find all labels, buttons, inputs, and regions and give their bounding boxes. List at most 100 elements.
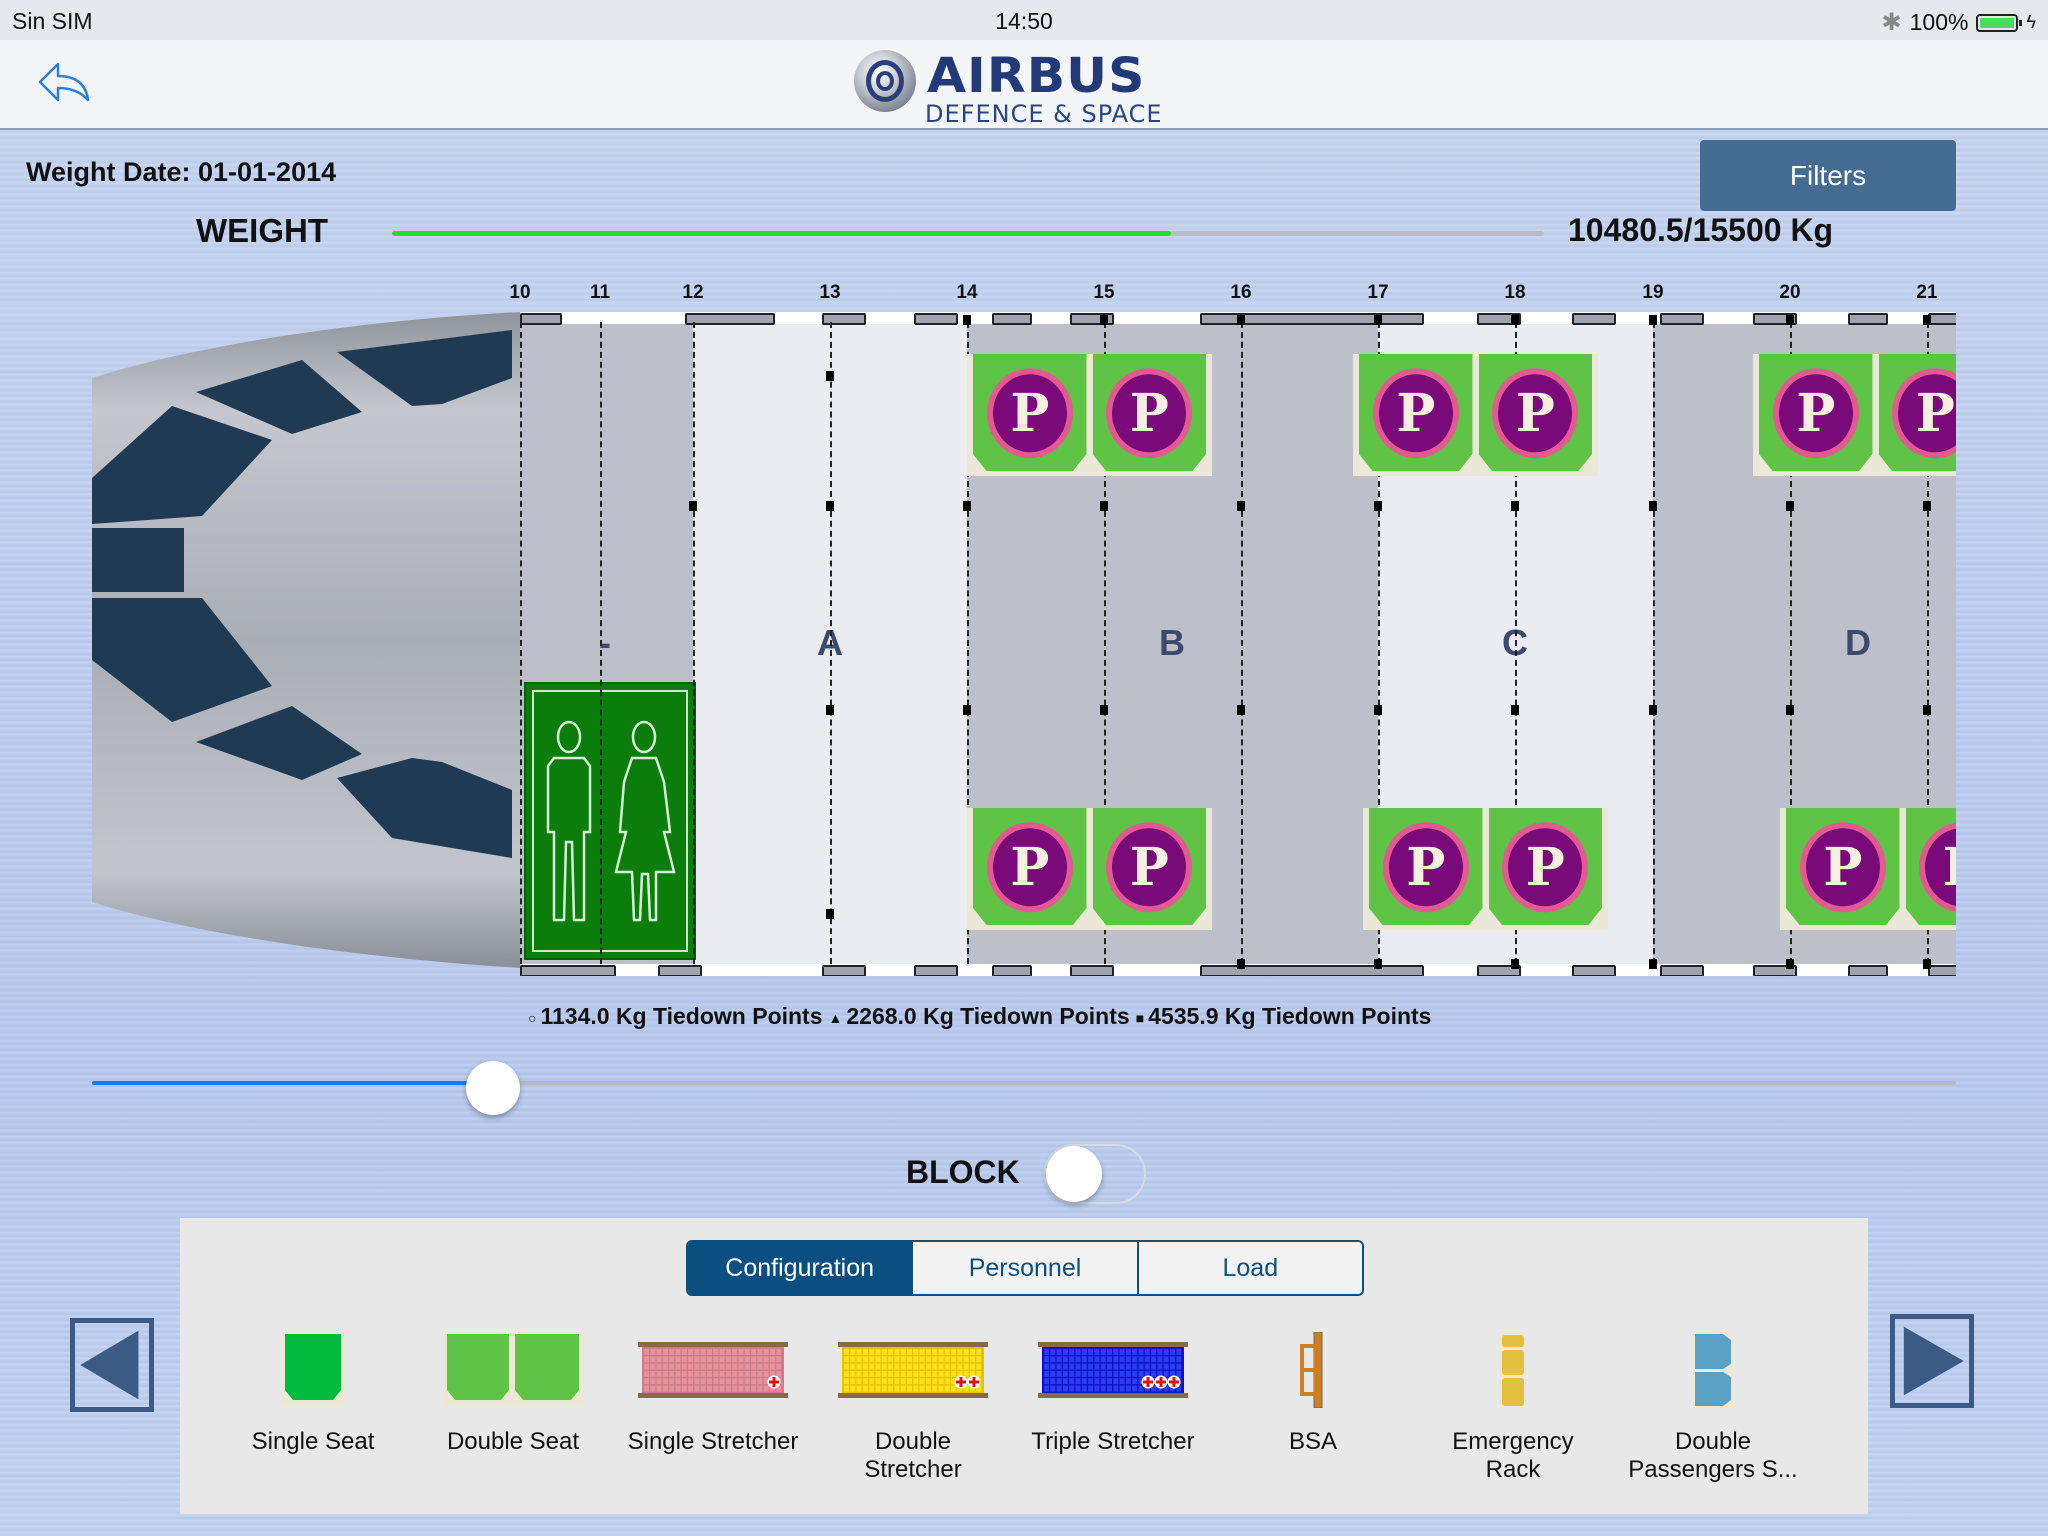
palette-item-emergency-rack[interactable]: Emergency Rack [1413, 1330, 1613, 1484]
passenger-seat-pair[interactable]: PP [1353, 354, 1598, 476]
palette-item-double-passengers-seat[interactable]: Double Passengers S... [1613, 1330, 1813, 1484]
rail-track-segment [822, 965, 866, 976]
rail-track-segment [1070, 965, 1114, 976]
station-number: 17 [1367, 282, 1389, 303]
palette-label: Double Passengers S... [1628, 1428, 1798, 1483]
block-toggle[interactable] [1044, 1144, 1146, 1204]
weight-progress-bar [392, 231, 1544, 236]
cabin-scroll-slider[interactable] [92, 1060, 1956, 1115]
passenger-seat-p-icon: P [1799, 822, 1886, 913]
toilet-module[interactable] [524, 682, 696, 960]
tiedown-point-square-icon [1649, 959, 1657, 969]
tiedown-point-square-icon [1374, 501, 1382, 511]
palette-next-button[interactable] [1890, 1314, 1974, 1408]
passenger-seat-pair[interactable]: PP [1363, 808, 1608, 930]
palette-item-single-seat[interactable]: Single Seat [213, 1330, 413, 1456]
tiedown-point-square-icon [963, 705, 971, 715]
palette-label: Single Stretcher [627, 1428, 799, 1455]
rail-track-segment [914, 313, 958, 325]
charging-bolt-icon: ϟ [2026, 12, 2036, 32]
tiedown-point-square-icon [1786, 959, 1794, 969]
passenger-seat[interactable]: P [1759, 354, 1873, 472]
tiedown-legend: ○ 1134.0 Kg Tiedown Points ▲ 2268.0 Kg Tied… [528, 1003, 1437, 1030]
palette-item-double-stretcher[interactable]: Double Stretcher [813, 1330, 1013, 1484]
back-button[interactable] [36, 58, 96, 106]
passenger-seat-p-icon: P [1106, 368, 1193, 459]
tiedown-point-square-icon [963, 315, 971, 325]
rail-track-segment [992, 965, 1032, 976]
passenger-seat[interactable]: P [1878, 354, 1956, 472]
passenger-seat-pair[interactable]: PP [1780, 808, 1956, 930]
passenger-seat[interactable]: P [1369, 808, 1483, 926]
tiedown-point-square-icon [1100, 705, 1108, 715]
category-segmented-control: Configuration Personnel Load [686, 1240, 1364, 1296]
tiedown-point-square-icon [1100, 501, 1108, 511]
tiedown-point-square-icon [1374, 705, 1382, 715]
rail-track-segment [1928, 313, 1956, 325]
tiedown-point-square-icon [1649, 501, 1657, 511]
rail-track-segment [1572, 313, 1616, 325]
passenger-seat-pair[interactable]: PP [967, 354, 1212, 476]
passenger-seat-pair[interactable]: PP [1753, 354, 1956, 476]
rail-track-segment [1200, 965, 1424, 976]
passenger-seat[interactable]: P [1786, 808, 1900, 926]
tab-personnel[interactable]: Personnel [911, 1242, 1137, 1294]
tiedown-point-square-icon [963, 501, 971, 511]
toggle-knob [1046, 1146, 1102, 1202]
tab-configuration[interactable]: Configuration [688, 1242, 912, 1294]
passenger-seat-p-icon: P [986, 822, 1073, 913]
passenger-seat[interactable]: P [1359, 354, 1473, 472]
palette-prev-button[interactable] [70, 1318, 154, 1412]
passenger-seat[interactable]: P [1092, 808, 1206, 926]
passenger-seat[interactable]: P [1905, 808, 1956, 926]
rail-track-segment [658, 965, 702, 976]
palette-item-double-seat[interactable]: Double Seat [413, 1330, 613, 1456]
double-passengers-seat-icon [1693, 1332, 1733, 1408]
station-line [1653, 322, 1655, 964]
station-number: 11 [589, 282, 611, 303]
rail-track-segment [1572, 965, 1616, 976]
station-number: 21 [1916, 282, 1938, 303]
station-number: 16 [1230, 282, 1252, 303]
left-arrow-icon [80, 1330, 139, 1400]
tiedown-point-square-icon [826, 501, 834, 511]
airbus-logo: AIRBUS DEFENCE & SPACE [852, 48, 1202, 128]
tiedown-point-square-icon [1649, 315, 1657, 325]
passenger-seat[interactable]: P [1092, 354, 1206, 472]
passenger-seat[interactable]: P [1478, 354, 1592, 472]
passenger-seat[interactable]: P [1488, 808, 1602, 926]
station-number: 12 [682, 282, 704, 303]
passenger-seat-p-icon: P [1382, 822, 1469, 913]
palette-item-single-stretcher[interactable]: Single Stretcher [613, 1330, 813, 1456]
palette-item-triple-stretcher[interactable]: Triple Stretcher [1013, 1330, 1213, 1456]
status-bar: Sin SIM 14:50 ✱ 100% ϟ [0, 0, 2048, 40]
tiedown-point-square-icon [826, 705, 834, 715]
zone-label: B [1159, 622, 1185, 663]
weight-value: 10480.5/15500 Kg [1568, 212, 1834, 248]
passenger-seat[interactable]: P [973, 354, 1087, 472]
tab-load[interactable]: Load [1136, 1242, 1362, 1294]
passenger-seat[interactable]: P [973, 808, 1087, 926]
station-number: 15 [1093, 282, 1115, 303]
tiedown-point-square-icon [1649, 705, 1657, 715]
filters-button[interactable]: Filters [1700, 140, 1956, 211]
block-label: BLOCK [906, 1154, 1020, 1190]
triangle-icon: ▲ [828, 1009, 843, 1026]
cargo-cabin-floor[interactable]: - A B C D PPPPPPPPPPPP [520, 312, 1956, 976]
rail-track-segment [1848, 965, 1888, 976]
rail-track-segment [992, 313, 1032, 325]
passenger-seat-p-icon: P [1892, 368, 1956, 459]
double-seat-icon [443, 1334, 583, 1406]
rail-track-segment [685, 313, 775, 325]
palette-label: Single Seat [251, 1428, 375, 1455]
navigation-bar: AIRBUS DEFENCE & SPACE [0, 40, 2048, 130]
passenger-seat-p-icon: P [1492, 368, 1579, 459]
single-stretcher-icon [638, 1342, 788, 1398]
reply-back-icon [38, 62, 90, 102]
tiedown-point-square-icon [1374, 959, 1382, 969]
zone-label: D [1845, 622, 1871, 663]
palette-item-bsa[interactable]: BSA [1213, 1330, 1413, 1456]
slider-thumb[interactable] [465, 1061, 520, 1115]
passenger-seat-pair[interactable]: PP [967, 808, 1212, 930]
slider-fill [92, 1081, 493, 1085]
